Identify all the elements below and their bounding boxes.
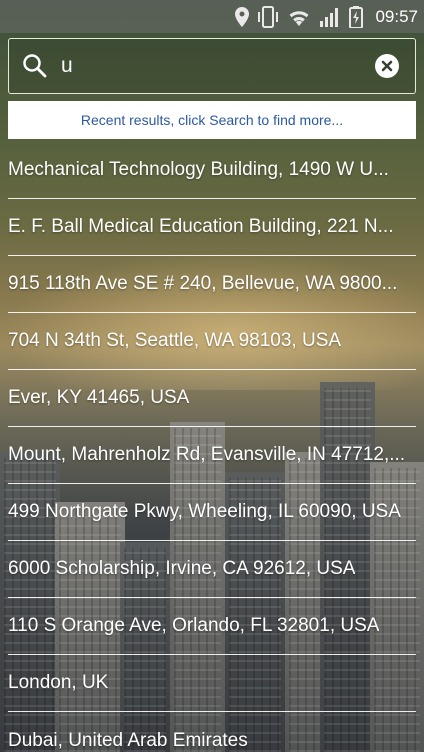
signal-icon (320, 7, 339, 27)
list-item[interactable]: 6000 Scholarship, Irvine, CA 92612, USA (8, 541, 416, 598)
list-item[interactable]: Ever, KY 41465, USA (8, 370, 416, 427)
result-label: London, UK (8, 672, 109, 693)
result-label: Ever, KY 41465, USA (8, 387, 190, 408)
list-item[interactable]: 499 Northgate Pkwy, Wheeling, IL 60090, … (8, 484, 416, 541)
results-list: Mechanical Technology Building, 1490 W U… (0, 142, 424, 752)
result-label: Mount, Mahrenholz Rd, Evansville, IN 477… (8, 444, 406, 465)
result-label: 704 N 34th St, Seattle, WA 98103, USA (8, 330, 342, 351)
list-item[interactable]: Mechanical Technology Building, 1490 W U… (8, 142, 416, 199)
search-icon[interactable] (21, 52, 49, 80)
list-item[interactable]: 915 118th Ave SE # 240, Bellevue, WA 980… (8, 256, 416, 313)
list-item[interactable]: London, UK (8, 655, 416, 712)
search-bar[interactable] (8, 38, 416, 94)
hint-text: Recent results, click Search to find mor… (80, 112, 344, 128)
status-bar: 09:57 (0, 0, 424, 33)
result-label: Mechanical Technology Building, 1490 W U… (8, 159, 389, 180)
result-label: 6000 Scholarship, Irvine, CA 92612, USA (8, 558, 356, 579)
list-item[interactable]: Mount, Mahrenholz Rd, Evansville, IN 477… (8, 427, 416, 484)
location-icon (235, 6, 250, 27)
result-label: Dubai, United Arab Emirates (8, 729, 248, 751)
list-item[interactable]: E. F. Ball Medical Education Building, 2… (8, 199, 416, 256)
battery-charging-icon (349, 5, 364, 28)
list-item[interactable]: 110 S Orange Ave, Orlando, FL 32801, USA (8, 598, 416, 655)
result-label: 915 118th Ave SE # 240, Bellevue, WA 980… (8, 273, 398, 294)
list-item[interactable]: Dubai, United Arab Emirates (8, 712, 416, 752)
result-label: 499 Northgate Pkwy, Wheeling, IL 60090, … (8, 501, 401, 522)
wifi-icon (289, 10, 309, 26)
result-label: 110 S Orange Ave, Orlando, FL 32801, USA (8, 615, 380, 636)
status-time: 09:57 (375, 6, 418, 26)
close-icon (381, 60, 393, 72)
vibrate-icon (258, 5, 279, 28)
result-label: E. F. Ball Medical Education Building, 2… (8, 216, 394, 237)
clear-search-button[interactable] (375, 54, 399, 78)
recent-results-hint: Recent results, click Search to find mor… (8, 101, 416, 139)
search-input[interactable] (59, 45, 375, 87)
list-item[interactable]: 704 N 34th St, Seattle, WA 98103, USA (8, 313, 416, 370)
